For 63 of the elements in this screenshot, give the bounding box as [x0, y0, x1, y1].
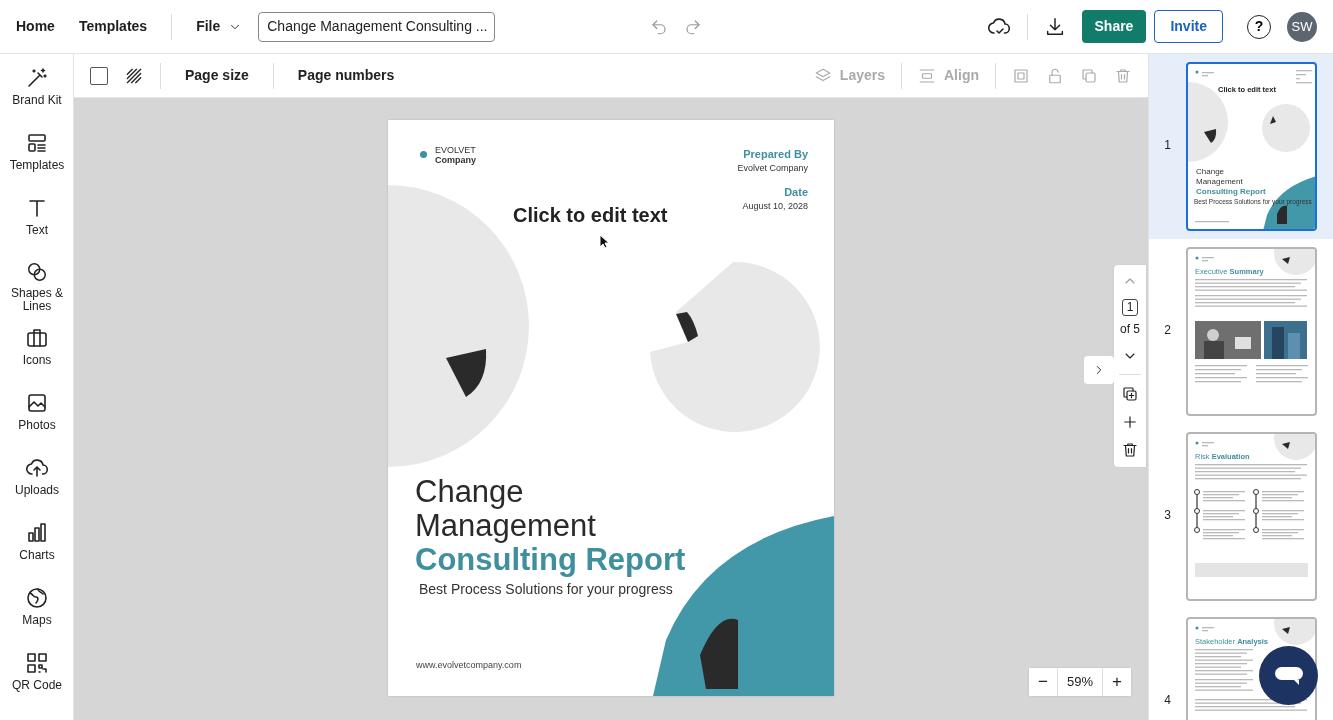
mouse-cursor-icon [599, 234, 609, 249]
sidebar-item[interactable]: Text [0, 184, 74, 249]
sidebar-item[interactable]: Icons [0, 314, 74, 379]
title-line: Change [415, 475, 524, 509]
sidebar-item[interactable]: Templates [0, 119, 74, 184]
home-link[interactable]: Home [16, 16, 55, 37]
delete-page-icon[interactable] [1121, 441, 1139, 459]
undo-icon[interactable] [650, 17, 669, 36]
sidebar-item[interactable]: Brand Kit [0, 54, 74, 119]
page-number: 2 [1163, 322, 1172, 339]
zoom-out-button[interactable]: − [1029, 668, 1057, 696]
prepared-by-label: Prepared By [743, 147, 808, 162]
page-number: 1 [1163, 137, 1172, 154]
redo-icon[interactable] [684, 17, 703, 36]
sidebar-item[interactable]: Uploads [0, 444, 74, 509]
toolbar-button[interactable]: Page numbers [297, 65, 395, 86]
help-button[interactable]: ? [1247, 14, 1271, 39]
upload-icon [25, 456, 49, 480]
date-value: August 10, 2028 [742, 200, 808, 213]
sidebar-item[interactable]: Maps [0, 574, 74, 639]
bar-chart-icon [25, 521, 49, 545]
thumbnail-title: Consulting Report [1196, 187, 1266, 197]
image-icon [25, 391, 49, 415]
add-page-icon[interactable] [1121, 413, 1139, 431]
editable-text: Click to edit text [513, 203, 668, 228]
page-number: 3 [1163, 507, 1172, 524]
qr-code-icon [25, 651, 49, 675]
sidebar-item[interactable]: Photos [0, 379, 74, 444]
sidebar-item[interactable]: QR Code [0, 639, 74, 704]
globe-icon [25, 586, 49, 610]
user-avatar[interactable]: SW [1287, 11, 1317, 42]
thumbnail-title: Management [1196, 177, 1243, 187]
toolbar-button[interactable]: Page size [185, 65, 249, 86]
delete-icon[interactable] [1114, 66, 1132, 85]
date-label: Date [784, 185, 808, 200]
subtitle: Best Process Solutions for your progress [419, 580, 673, 599]
templates-link[interactable]: Templates [78, 16, 148, 37]
brand-name: EVOLVET [435, 145, 476, 155]
file-menu[interactable]: File [196, 16, 243, 37]
duplicate-page-icon[interactable] [1121, 385, 1139, 403]
thumbnail-title: Change [1196, 167, 1225, 177]
templates-icon [25, 131, 49, 155]
align-icon [918, 66, 936, 85]
title-line: Management [415, 509, 596, 543]
shapes-icon [25, 261, 49, 283]
zoom-in-button[interactable]: + [1103, 668, 1131, 696]
invite-button[interactable]: Invite [1154, 10, 1223, 43]
page-count: of 5 [1120, 321, 1140, 338]
title-accent: Consulting Report [415, 543, 686, 577]
share-button[interactable]: Share [1081, 10, 1147, 43]
sidebar-item[interactable]: Charts [0, 509, 74, 574]
brand-subtitle: Company [435, 155, 476, 165]
prepared-by-value: Evolvet Company [737, 162, 808, 175]
chat-bubble-icon [1273, 664, 1304, 687]
briefcase-icon [25, 326, 49, 350]
background-color-swatch[interactable] [90, 66, 108, 85]
current-page-field[interactable]: 1 [1121, 299, 1139, 316]
page-number: 4 [1163, 692, 1172, 709]
magic-wand-icon [25, 66, 49, 90]
logo-dot [420, 151, 427, 158]
website-url: www.evolvetcompany.com [416, 659, 522, 672]
document-title-field[interactable]: Change Management Consulting ... [258, 11, 496, 42]
sidebar-item[interactable]: Shapes & Lines [0, 249, 74, 314]
